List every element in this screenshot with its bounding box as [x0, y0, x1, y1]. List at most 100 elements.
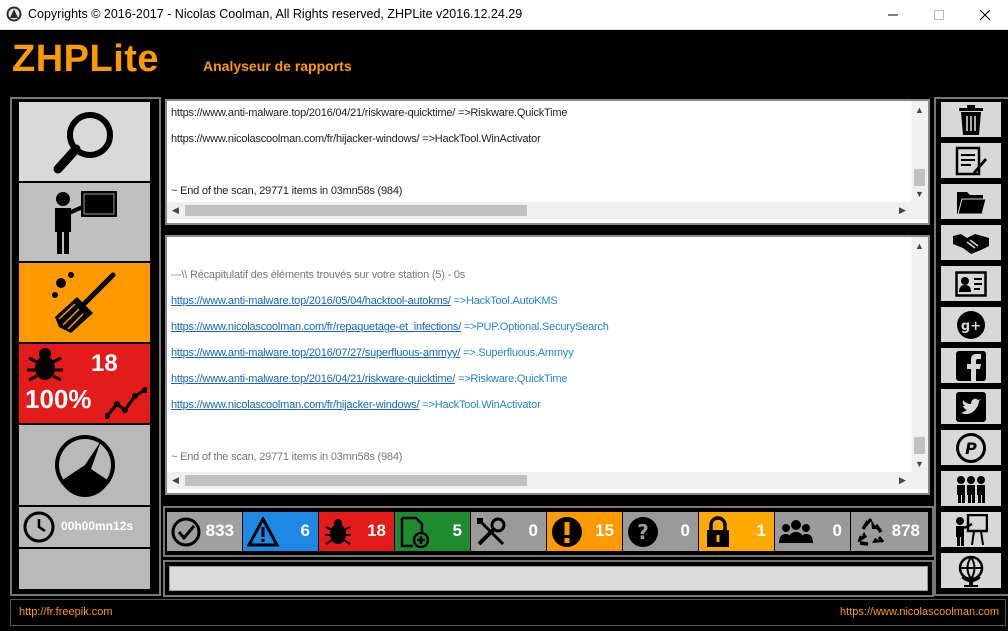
facebook-icon: [956, 350, 986, 381]
speed-button[interactable]: [19, 425, 150, 505]
stat-threats[interactable]: 18: [319, 512, 394, 551]
presenter-icon: [54, 191, 117, 254]
delete-button[interactable]: [941, 102, 1001, 137]
scroll-thumb[interactable]: [185, 205, 527, 216]
scroll-thumb[interactable]: [914, 169, 925, 186]
report-result: =>PUP.Optional.SecurySearch: [463, 321, 609, 333]
report-url-link[interactable]: https://www.nicolascoolman.com/fr/repaqu…: [171, 321, 461, 333]
report-url-link[interactable]: https://www.anti-malware.top/2016/05/04/…: [171, 295, 451, 307]
window-title: Copyrights © 2016-2017 - Nicolas Coolman…: [28, 7, 523, 21]
stat-users[interactable]: 0: [775, 512, 850, 551]
report-line: https://www.nicolascoolman.com/fr/repaqu…: [171, 321, 609, 333]
trash-icon: [959, 104, 983, 135]
bottom-report-panel[interactable]: ---\\ Récapitulatif des éléments trouvés…: [164, 234, 931, 496]
report-line: https://www.anti-malware.top/2016/05/04/…: [171, 295, 558, 307]
right-toolbar: g+ P: [934, 97, 1008, 596]
svg-text:?: ?: [637, 520, 649, 544]
search-button[interactable]: [19, 102, 150, 181]
freepik-link[interactable]: http://fr.freepik.com: [19, 606, 113, 618]
title-bar: Copyrights © 2016-2017 - Nicolas Coolman…: [0, 0, 1008, 30]
facebook-button[interactable]: [941, 348, 1001, 383]
scroll-left-arrow-icon[interactable]: ◀: [167, 472, 184, 489]
scroll-corner: [911, 202, 928, 219]
scroll-thumb[interactable]: [914, 437, 925, 454]
stat-value: 18: [367, 521, 386, 540]
report-url-link[interactable]: https://www.nicolascoolman.com/fr/hijack…: [171, 399, 420, 411]
vertical-scrollbar[interactable]: ▲ ▼: [911, 237, 928, 472]
report-url: https://www.anti-malware.top/2016/04/21/…: [171, 107, 456, 119]
close-icon: [979, 9, 991, 20]
nicolascoolman-link[interactable]: https://www.nicolascoolman.com: [840, 606, 999, 618]
report-line: https://www.anti-malware.top/2016/04/21/…: [171, 373, 567, 385]
app-icon: [6, 6, 22, 22]
horizontal-scrollbar[interactable]: ◀ ▶: [167, 202, 911, 219]
stat-warnings[interactable]: 6: [243, 512, 318, 551]
partners-button[interactable]: [941, 225, 1001, 260]
open-folder-button[interactable]: [941, 184, 1001, 219]
question-icon: ?: [628, 516, 658, 547]
tools-icon: [477, 517, 506, 545]
exclamation-icon: [552, 516, 582, 547]
stat-scanned[interactable]: 833: [167, 512, 242, 551]
folder-icon: [957, 191, 987, 214]
check-circle-icon: [171, 517, 201, 546]
handshake-icon: [953, 233, 989, 254]
stat-unknown[interactable]: ? 0: [623, 512, 698, 551]
community-button[interactable]: [941, 471, 1001, 506]
summary-header-line: ---\\ Récapitulatif des éléments trouvés…: [171, 269, 466, 281]
stat-alerts[interactable]: 15: [547, 512, 622, 551]
presentation-icon: [956, 513, 988, 546]
svg-text:P: P: [965, 439, 977, 458]
report-line: https://www.anti-malware.top/2016/07/27/…: [171, 347, 574, 359]
maximize-button[interactable]: [916, 0, 962, 29]
scroll-right-arrow-icon[interactable]: ▶: [894, 202, 911, 219]
report-result: =>HackTool.WinActivator: [422, 399, 541, 411]
search-icon: [53, 111, 113, 173]
horizontal-scrollbar[interactable]: ◀ ▶: [167, 472, 911, 489]
vertical-scrollbar[interactable]: ▲ ▼: [911, 101, 928, 202]
scroll-down-arrow-icon[interactable]: ▼: [911, 455, 928, 472]
minimize-button[interactable]: [870, 0, 916, 29]
report-result: =>Riskware.QuickTime: [457, 107, 568, 119]
report-result: =>HackTool.AutoKMS: [453, 295, 558, 307]
scroll-right-arrow-icon[interactable]: ▶: [894, 472, 911, 489]
stat-value: 0: [832, 521, 842, 540]
presenter-button[interactable]: [19, 183, 150, 261]
google-plus-icon: g+: [957, 310, 985, 339]
report-url-link[interactable]: https://www.anti-malware.top/2016/04/21/…: [171, 373, 455, 385]
elapsed-timer: 00h00mn12s: [61, 519, 134, 533]
twitter-button[interactable]: [941, 389, 1001, 424]
report-result: =>HackTool.WinActivator: [422, 133, 541, 145]
stat-recycled[interactable]: 878: [851, 512, 928, 551]
paypal-button[interactable]: P: [941, 430, 1001, 465]
contact-card-icon: [955, 270, 987, 297]
threats-tile[interactable]: 18 100%: [19, 344, 150, 423]
stat-locked[interactable]: 1: [699, 512, 774, 551]
stat-value: 0: [680, 521, 690, 540]
top-report-panel[interactable]: https://www.anti-malware.top/2016/04/21/…: [164, 98, 931, 226]
report-result: =>.Superfluous.Ammyy: [463, 347, 574, 359]
scroll-left-arrow-icon[interactable]: ◀: [167, 202, 184, 219]
lock-icon: [707, 515, 729, 547]
scroll-thumb[interactable]: [185, 475, 527, 486]
contact-button[interactable]: [941, 266, 1001, 301]
stat-tools[interactable]: 0: [471, 512, 546, 551]
scroll-up-arrow-icon[interactable]: ▲: [911, 237, 928, 254]
google-plus-button[interactable]: g+: [941, 307, 1001, 342]
edit-report-button[interactable]: [941, 143, 1001, 178]
threat-percent: 100%: [25, 384, 92, 414]
website-button[interactable]: [941, 553, 1001, 588]
close-button[interactable]: [962, 0, 1008, 29]
tutorial-button[interactable]: [941, 512, 1001, 547]
warning-icon: [247, 516, 279, 546]
bug-icon: [325, 518, 351, 545]
scroll-down-arrow-icon[interactable]: ▼: [911, 185, 928, 202]
stat-value: 1: [756, 521, 766, 540]
scroll-up-arrow-icon[interactable]: ▲: [911, 101, 928, 118]
maximize-icon: [934, 9, 944, 20]
report-url-link[interactable]: https://www.anti-malware.top/2016/07/27/…: [171, 347, 460, 359]
clean-button[interactable]: [19, 263, 150, 342]
recycle-icon: [857, 517, 885, 546]
footer: http://fr.freepik.com https://www.nicola…: [10, 599, 1006, 626]
stat-added[interactable]: 5: [395, 512, 470, 551]
